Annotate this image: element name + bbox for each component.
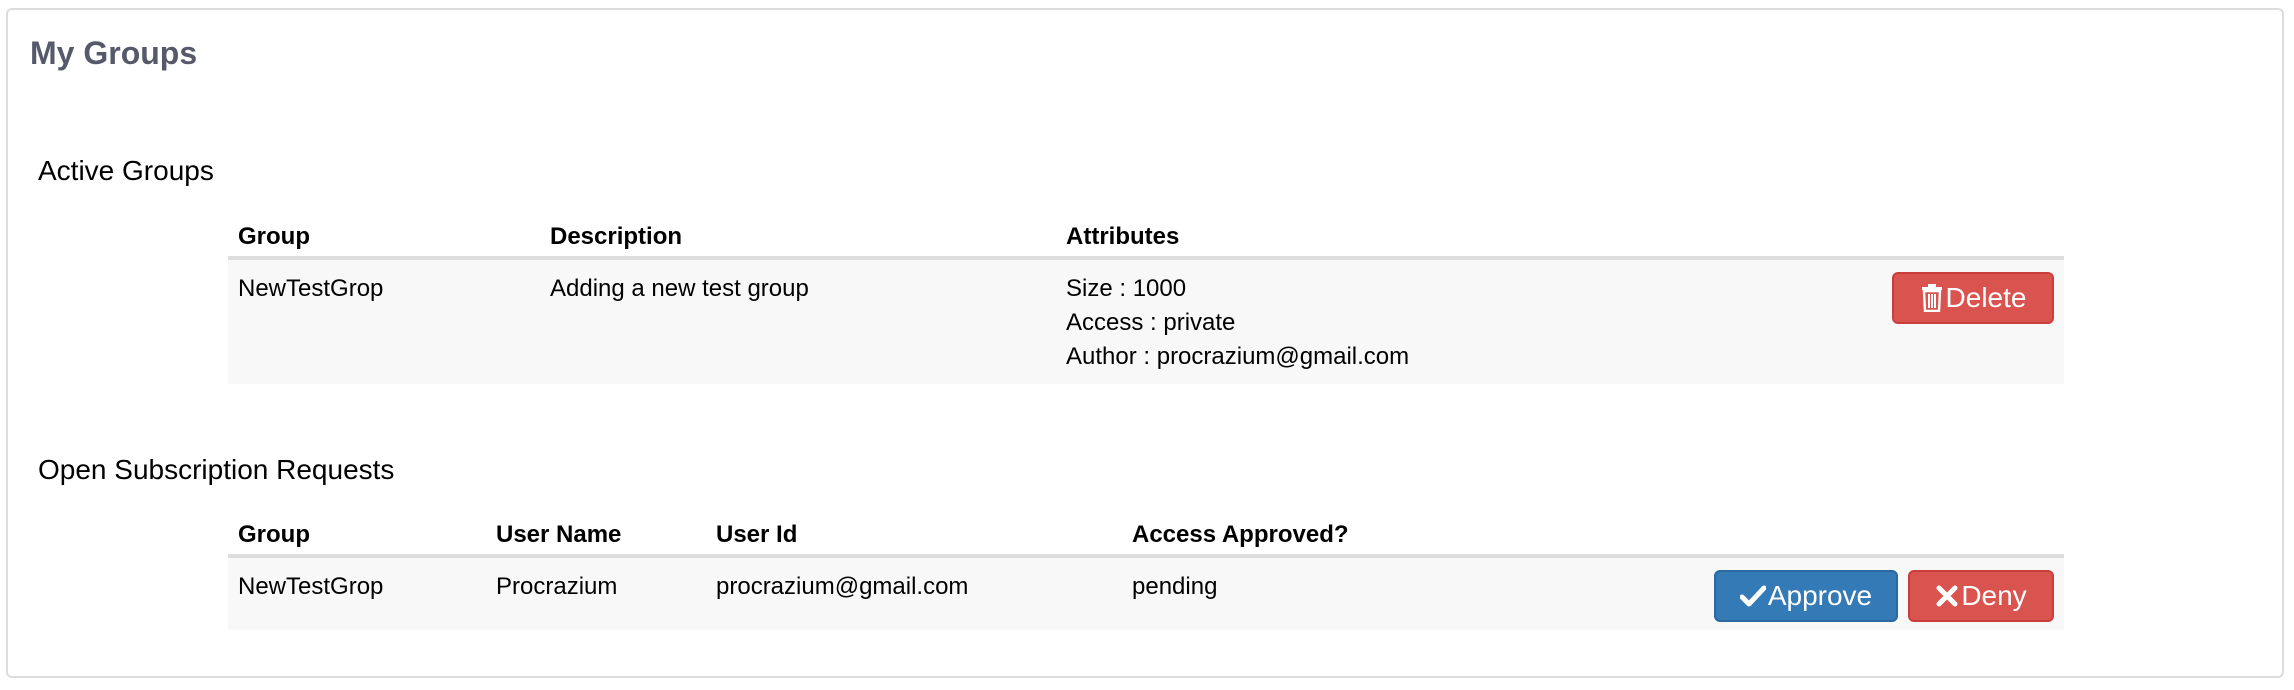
active-groups-title: Active Groups	[38, 155, 214, 186]
header-access-approved: Access Approved?	[1132, 521, 1349, 548]
page-title: My Groups	[30, 35, 198, 71]
approve-button[interactable]: Approve	[1714, 570, 1898, 622]
header-user-id: User Id	[716, 521, 798, 548]
description-cell: Adding a new test group	[550, 275, 809, 302]
checkmark-icon	[1739, 584, 1766, 608]
active-groups-table: Group Description Attributes NewTestGrop…	[228, 216, 2064, 384]
table-row: NewTestGrop Procrazium procrazium@gmail.…	[228, 558, 2064, 630]
trash-icon	[1920, 284, 1944, 312]
deny-button[interactable]: Deny	[1908, 570, 2054, 622]
active-groups-header-row: Group Description Attributes	[228, 216, 2064, 260]
attribute-access: Access : private	[1066, 309, 1236, 336]
header-group: Group	[238, 521, 310, 548]
header-attributes: Attributes	[1066, 223, 1180, 250]
header-user-name: User Name	[496, 521, 622, 548]
user-name-cell: Procrazium	[496, 573, 618, 600]
access-approved-cell: pending	[1132, 573, 1218, 600]
delete-button[interactable]: Delete	[1892, 272, 2054, 324]
x-icon	[1935, 584, 1959, 608]
attribute-author: Author : procrazium@gmail.com	[1066, 343, 1410, 370]
table-row: NewTestGrop Adding a new test group Size…	[228, 260, 2064, 384]
subscription-requests-table: Group User Name User Id Access Approved?…	[228, 514, 2064, 630]
user-id-cell: procrazium@gmail.com	[716, 573, 969, 600]
subscription-requests-title: Open Subscription Requests	[38, 454, 395, 485]
attribute-size: Size : 1000	[1066, 275, 1187, 302]
subscription-header-row: Group User Name User Id Access Approved?	[228, 514, 2064, 558]
header-group: Group	[238, 223, 310, 250]
group-name-cell: NewTestGrop	[238, 275, 384, 302]
delete-button-label: Delete	[1945, 282, 2027, 313]
header-description: Description	[550, 223, 683, 250]
deny-button-label: Deny	[1961, 580, 2027, 611]
attributes-cell: Size : 1000 Access : private Author : pr…	[1066, 272, 1409, 374]
group-name-cell: NewTestGrop	[238, 573, 384, 600]
approve-button-label: Approve	[1767, 580, 1873, 611]
